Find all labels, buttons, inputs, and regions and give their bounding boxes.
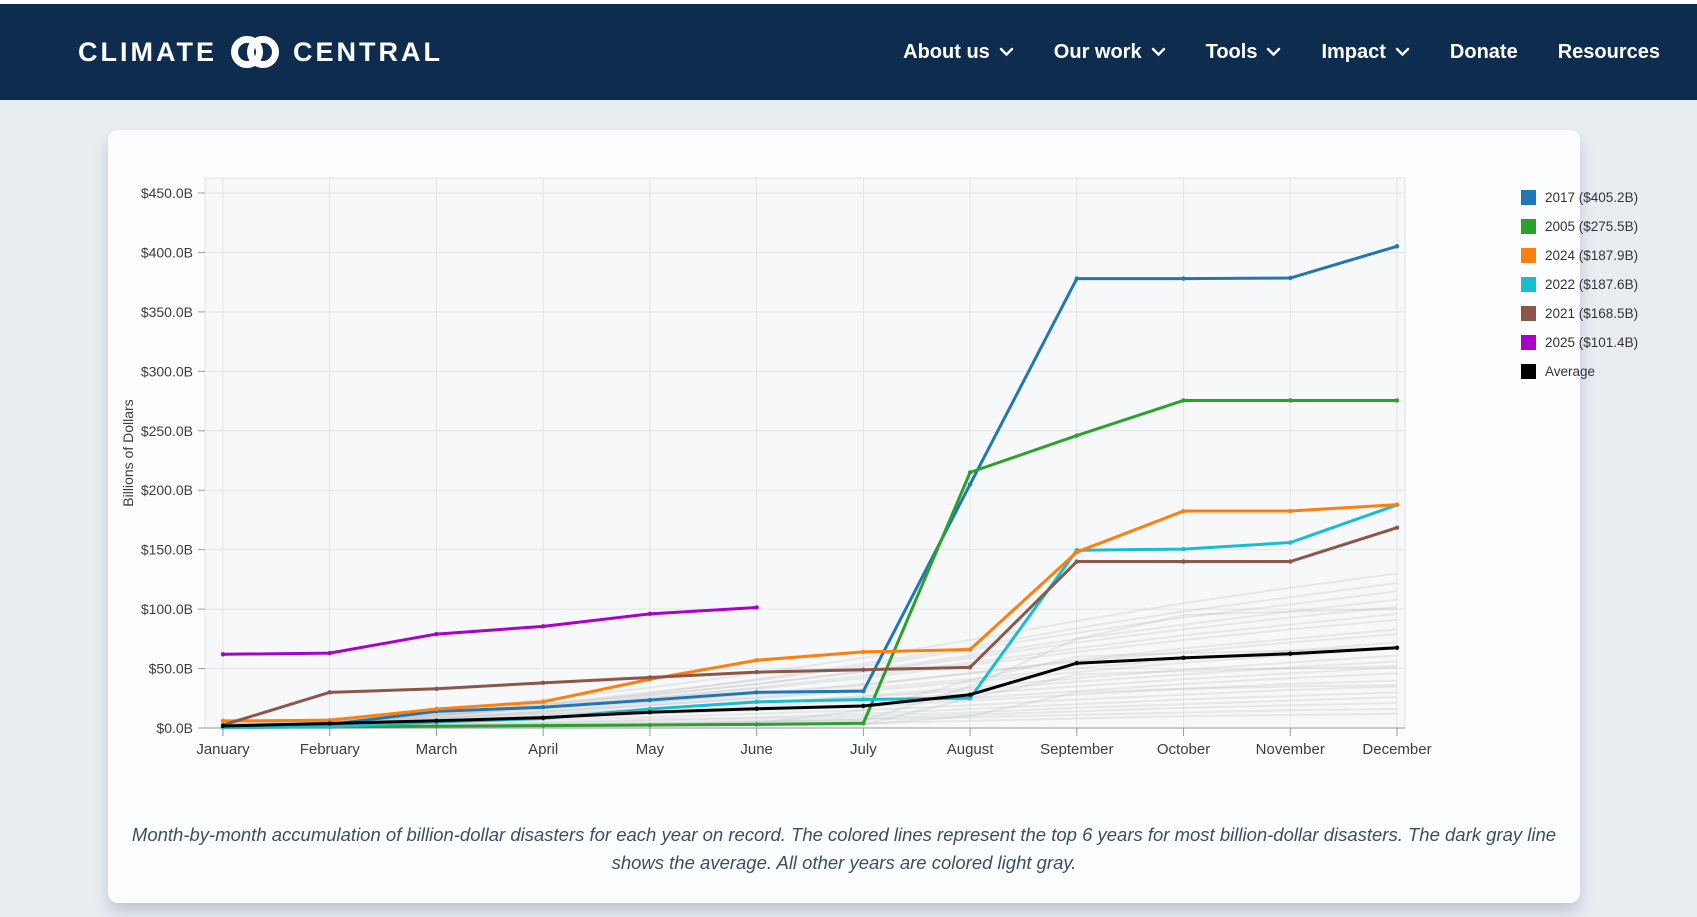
legend-label: 2022 ($187.6B) [1545, 277, 1638, 292]
legend-item-average[interactable]: Average [1521, 357, 1638, 386]
logo-word-left: CLIMATE [78, 37, 217, 68]
main-nav: About us Our work Tools Impact Donate Resourc… [903, 41, 1660, 64]
legend-item-2024[interactable]: 2024 ($187.9B) [1521, 241, 1638, 270]
nav-item-about-us[interactable]: About us [903, 41, 1014, 64]
nav-item-donate[interactable]: Donate [1450, 41, 1518, 64]
nav-item-resources[interactable]: Resources [1558, 41, 1660, 64]
legend-label: 2025 ($101.4B) [1545, 335, 1638, 350]
nav-item-label: Impact [1321, 41, 1385, 64]
nav-item-label: Resources [1558, 41, 1660, 64]
nav-item-label: Donate [1450, 41, 1518, 64]
chart-legend: 2017 ($405.2B) 2005 ($275.5B) 2024 ($187.9… [1521, 183, 1638, 386]
legend-swatch [1521, 364, 1536, 379]
chevron-down-icon [1266, 47, 1281, 57]
nav-item-label: About us [903, 41, 990, 64]
legend-swatch [1521, 277, 1536, 292]
page: CLIMATE CENTRAL About us Our work Tools Imp… [0, 0, 1697, 917]
nav-item-tools[interactable]: Tools [1206, 41, 1282, 64]
legend-item-2022[interactable]: 2022 ($187.6B) [1521, 270, 1638, 299]
nav-item-label: Our work [1054, 41, 1142, 64]
legend-swatch [1521, 335, 1536, 350]
chart-card [108, 130, 1580, 903]
climate-central-logo[interactable]: CLIMATE CENTRAL [78, 33, 443, 71]
nav-item-impact[interactable]: Impact [1321, 41, 1409, 64]
chevron-down-icon [1395, 47, 1410, 57]
legend-label: 2017 ($405.2B) [1545, 190, 1638, 205]
legend-item-2021[interactable]: 2021 ($168.5B) [1521, 299, 1638, 328]
legend-label: 2024 ($187.9B) [1545, 248, 1638, 263]
legend-swatch [1521, 190, 1536, 205]
logo-word-right: CENTRAL [293, 37, 443, 68]
legend-swatch [1521, 248, 1536, 263]
legend-swatch [1521, 219, 1536, 234]
site-header: CLIMATE CENTRAL About us Our work Tools Imp… [0, 4, 1697, 100]
legend-swatch [1521, 306, 1536, 321]
legend-label: 2005 ($275.5B) [1545, 219, 1638, 234]
interlocking-rings-icon [227, 33, 283, 71]
legend-item-2005[interactable]: 2005 ($275.5B) [1521, 212, 1638, 241]
nav-item-our-work[interactable]: Our work [1054, 41, 1166, 64]
legend-item-2025[interactable]: 2025 ($101.4B) [1521, 328, 1638, 357]
legend-label: 2021 ($168.5B) [1545, 306, 1638, 321]
legend-label: Average [1545, 364, 1595, 379]
nav-item-label: Tools [1206, 41, 1258, 64]
chart-caption: Month-by-month accumulation of billion-d… [128, 821, 1560, 877]
chevron-down-icon [1151, 47, 1166, 57]
legend-item-2017[interactable]: 2017 ($405.2B) [1521, 183, 1638, 212]
chevron-down-icon [999, 47, 1014, 57]
